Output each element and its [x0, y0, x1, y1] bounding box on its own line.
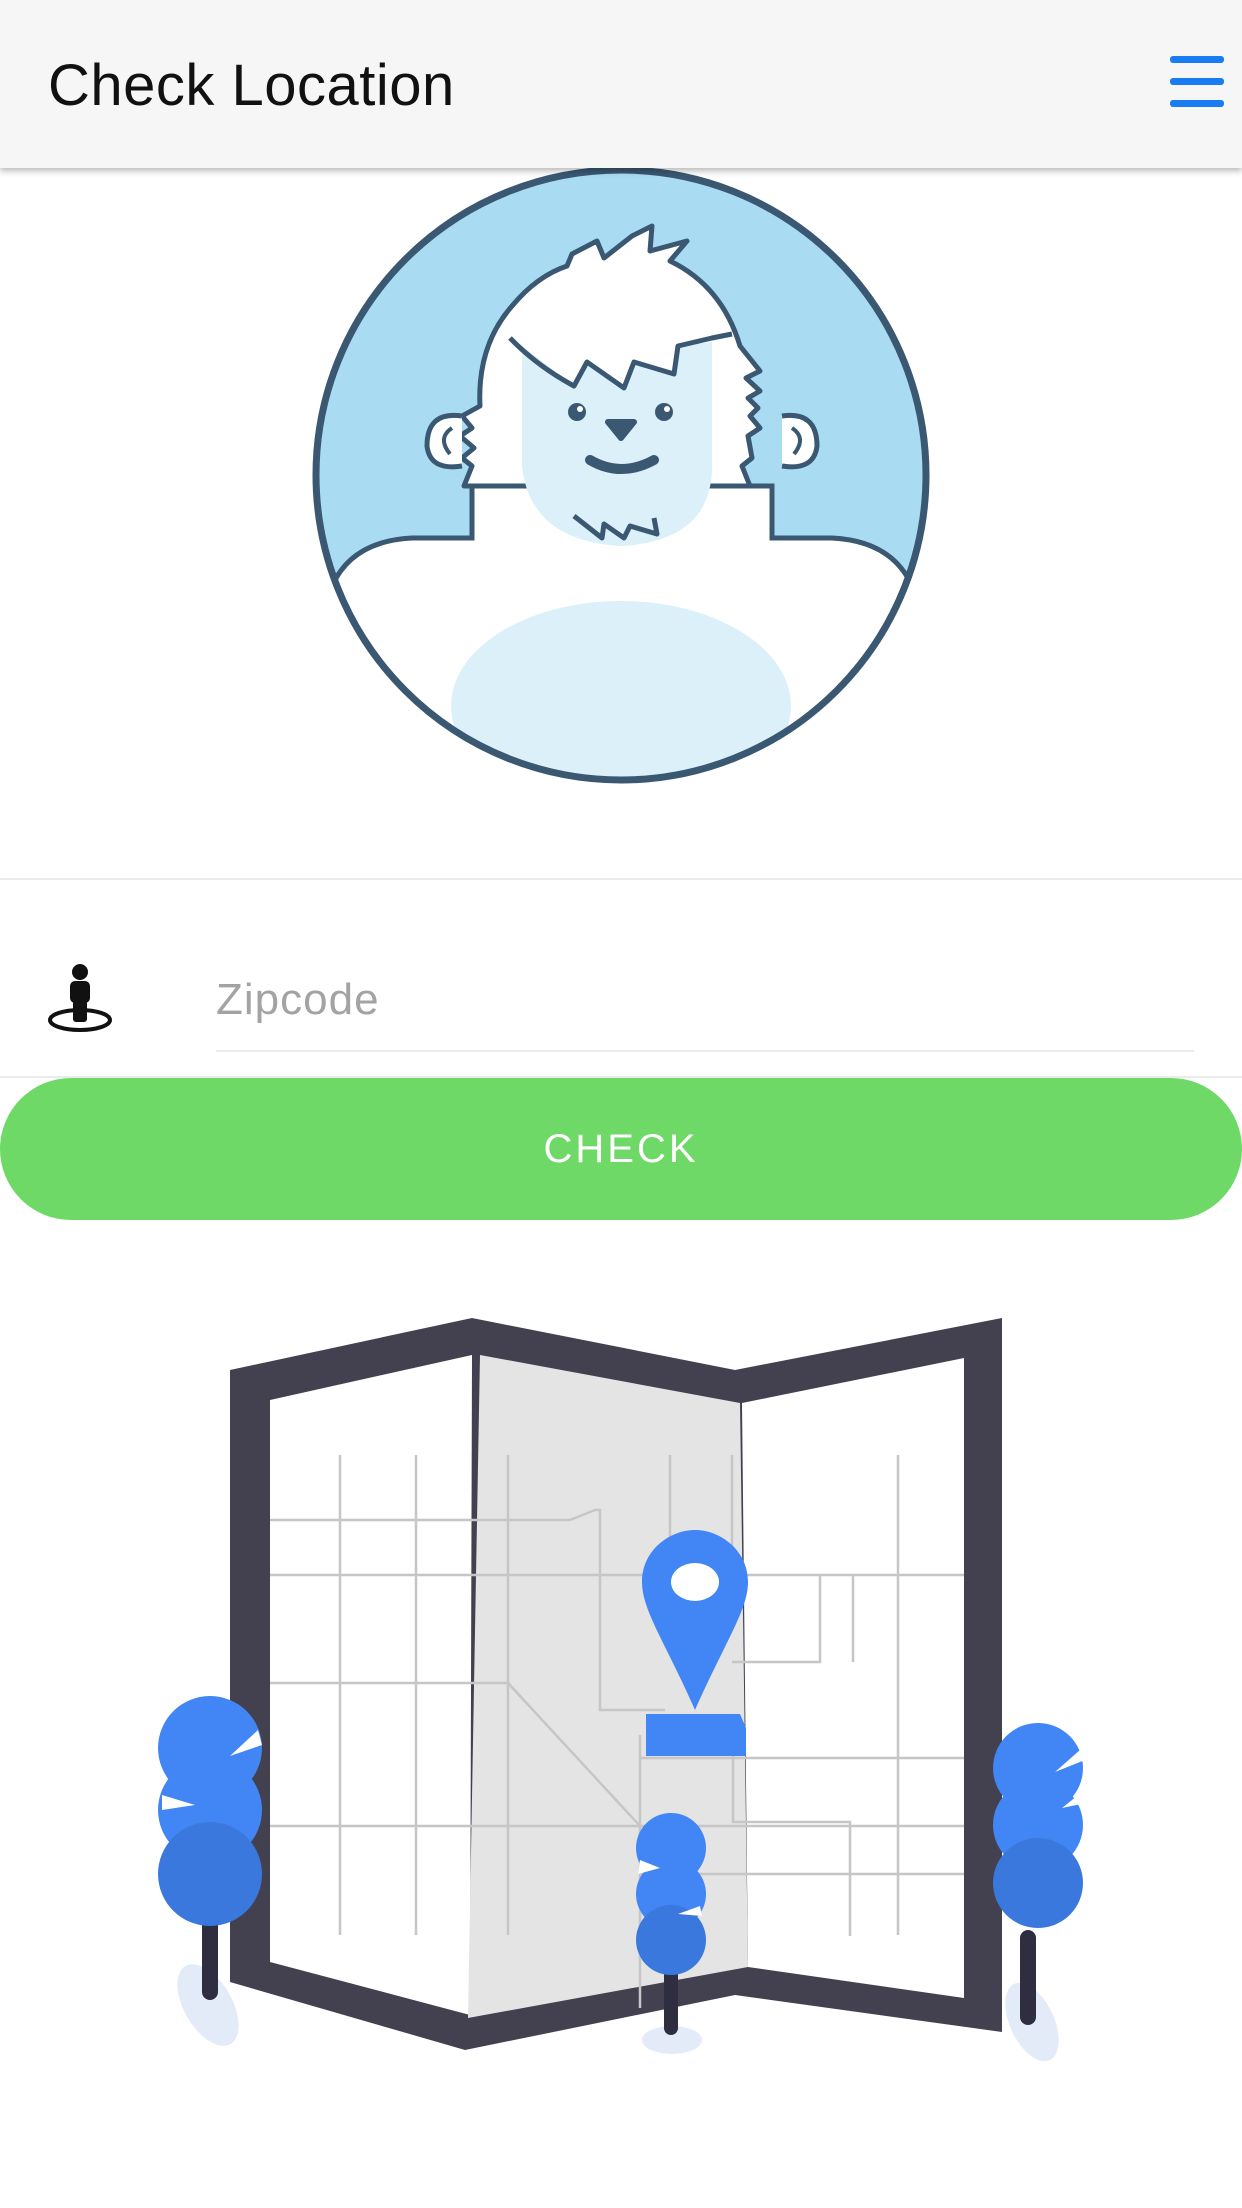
hamburger-menu-icon[interactable] [1170, 56, 1224, 110]
yeti-avatar-illustration [312, 166, 930, 784]
check-button[interactable]: CHECK [0, 1078, 1242, 1220]
street-view-person-icon [48, 964, 112, 1032]
page-title: Check Location [48, 53, 455, 118]
folded-map-with-pin-illustration [158, 1318, 1086, 2062]
form-divider-top [0, 878, 1242, 880]
zipcode-input[interactable] [216, 950, 1194, 1052]
app-header: Check Location [0, 0, 1242, 168]
